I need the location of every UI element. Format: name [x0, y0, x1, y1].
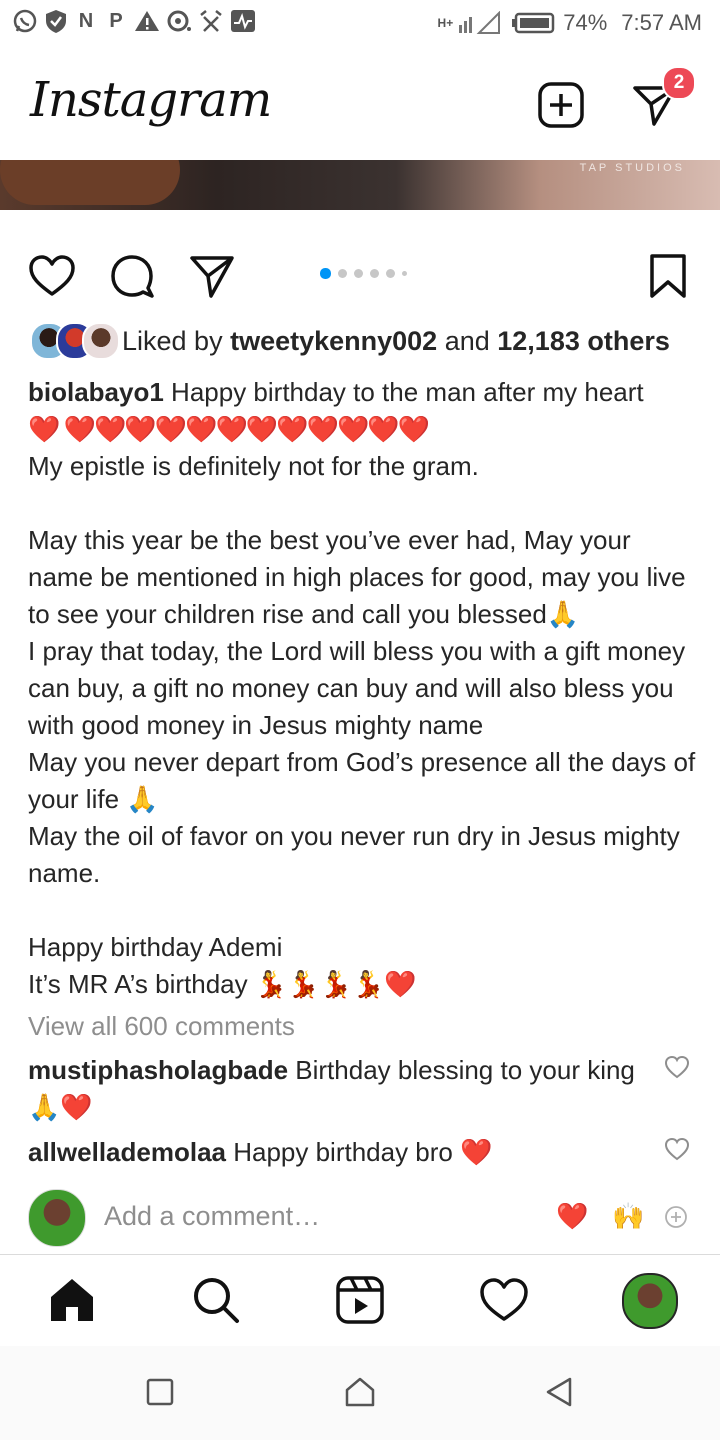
battery-icon — [512, 12, 555, 34]
dm-badge: 2 — [662, 66, 696, 100]
photo-hand — [0, 160, 180, 205]
comment-item: mustiphasholagbade Birthday blessing to … — [28, 1052, 648, 1126]
system-nav-bar — [0, 1346, 720, 1440]
carousel-dot — [354, 269, 363, 278]
status-icons-right: H+ 74% 7:57 AM — [438, 10, 702, 36]
photo-watermark: TAP STUDIOS — [579, 162, 685, 174]
instagram-logo[interactable]: Instagram — [30, 72, 272, 128]
save-bookmark-icon[interactable] — [644, 252, 692, 300]
likes-prefix: Liked by — [122, 325, 231, 356]
comment-like-icon[interactable] — [664, 1136, 690, 1162]
share-icon[interactable] — [188, 252, 236, 300]
view-all-comments-link[interactable]: View all 600 comments — [28, 1011, 295, 1042]
carousel-dot — [402, 271, 407, 276]
caption-hearts: ❤️ ❤️❤️❤️❤️❤️❤️❤️❤️❤️❤️❤️❤️ — [28, 414, 430, 444]
new-post-icon[interactable] — [536, 80, 586, 130]
carousel-dot — [386, 269, 395, 278]
warning-icon — [135, 11, 159, 31]
comment-username[interactable]: mustiphasholagbade — [28, 1055, 288, 1085]
shield-icon — [46, 10, 66, 33]
post-caption: biolabayo1 Happy birthday to the man aft… — [28, 374, 698, 1003]
carousel-dot — [370, 269, 379, 278]
profile-avatar[interactable] — [622, 1273, 678, 1329]
bottom-nav — [0, 1254, 720, 1347]
recents-square-icon[interactable] — [146, 1378, 174, 1406]
carousel-indicator — [320, 268, 407, 279]
reels-icon[interactable] — [335, 1275, 385, 1325]
likes-summary[interactable]: Liked by tweetykenny002 and 12,183 other… — [30, 322, 670, 360]
caption-line1: Happy birthday to the man after my heart — [163, 377, 644, 407]
clock-off-icon — [200, 10, 222, 32]
app-header: Instagram 2 — [0, 50, 720, 160]
add-emoji-icon[interactable] — [664, 1205, 688, 1229]
quick-emoji-heart[interactable]: ❤️ — [556, 1201, 588, 1232]
battery-level: 74% — [563, 10, 608, 35]
like-icon[interactable] — [28, 252, 76, 300]
liker-avatars — [30, 322, 120, 360]
carousel-dot — [338, 269, 347, 278]
home-icon[interactable] — [47, 1275, 97, 1325]
record-icon — [167, 10, 191, 32]
my-avatar — [28, 1189, 86, 1247]
activity-icon — [231, 10, 255, 32]
quick-emoji-raised-hands[interactable]: 🙌 — [612, 1201, 644, 1232]
back-triangle-icon[interactable] — [544, 1376, 574, 1408]
post-image[interactable]: TAP STUDIOS — [0, 160, 720, 210]
comment-like-icon[interactable] — [664, 1054, 690, 1080]
signal-icon — [459, 11, 501, 34]
add-comment-row: Add a comment… ❤️ 🙌 — [0, 1180, 720, 1254]
liker-avatar — [82, 322, 120, 360]
caption-username[interactable]: biolabayo1 — [28, 377, 164, 407]
likes-middle: and — [437, 325, 498, 356]
add-comment-input[interactable]: Add a comment… — [104, 1201, 320, 1232]
p-app-icon: P — [109, 9, 123, 32]
n-app-icon: N — [78, 9, 94, 32]
comment-text: Happy birthday bro ❤️ — [225, 1137, 493, 1167]
comment-item: allwellademolaa Happy birthday bro ❤️ — [28, 1134, 648, 1171]
comment-icon[interactable] — [108, 252, 156, 300]
search-icon[interactable] — [191, 1275, 241, 1325]
caption-body: My epistle is definitely not for the gra… — [28, 451, 696, 999]
status-bar: N P H+ 74% 7:57 AM — [0, 0, 720, 50]
liker-username[interactable]: tweetykenny002 — [230, 326, 437, 357]
clock: 7:57 AM — [621, 10, 702, 35]
likes-count[interactable]: 12,183 others — [497, 326, 670, 357]
status-icons-left: N P — [12, 8, 256, 34]
carousel-dot — [320, 268, 331, 279]
home-circle-icon[interactable] — [344, 1376, 376, 1408]
whatsapp-icon — [13, 9, 37, 33]
activity-heart-icon[interactable] — [479, 1275, 529, 1325]
comment-username[interactable]: allwellademolaa — [28, 1137, 226, 1167]
network-type: H+ — [437, 16, 454, 30]
